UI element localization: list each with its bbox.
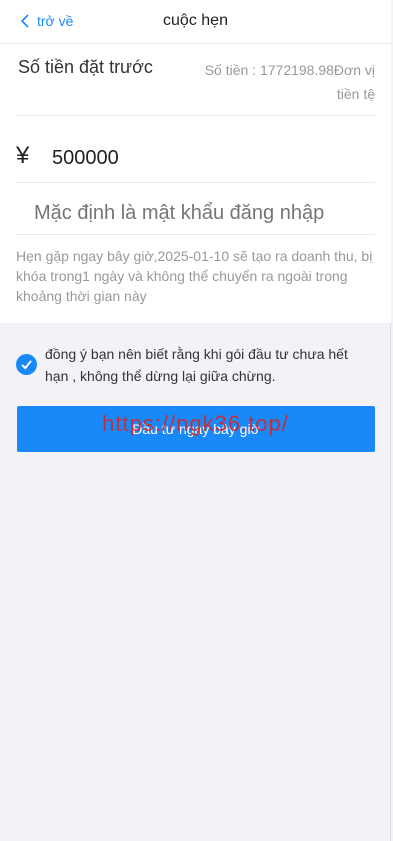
page-title: cuộc hẹn [163,12,228,29]
divider [16,234,375,235]
currency-symbol: ¥ [16,142,30,169]
nav-bar: trở về cuộc hẹn [0,0,391,44]
lock-note: Hẹn gặp ngay bây giờ,2025-01-10 sẽ tạo r… [16,248,373,304]
deposit-header-row: Số tiền đặt trước Số tiền : 1772198.98Đơ… [0,44,391,116]
amount-input[interactable] [52,143,352,173]
deposit-card: Số tiền đặt trước Số tiền : 1772198.98Đơ… [0,44,391,323]
check-icon [21,360,32,370]
deposit-label: Số tiền đặt trước [18,57,153,77]
agreement-checkbox[interactable] [16,354,37,375]
password-input[interactable] [34,198,374,228]
agreement-row: đồng ý bạn nên biết rằng khi gói đầu tư … [16,343,376,387]
invest-now-button[interactable]: Đầu tư ngay bây giờ [17,406,375,452]
divider [16,182,375,183]
app-frame: trở về cuộc hẹn Số tiền đặt trước Số tiề… [0,0,391,841]
balance-text: Số tiền : 1772198.98Đơn vị tiền tệ [204,62,375,102]
agreement-text: đồng ý bạn nên biết rằng khi gói đầu tư … [45,346,348,384]
divider [16,115,375,116]
